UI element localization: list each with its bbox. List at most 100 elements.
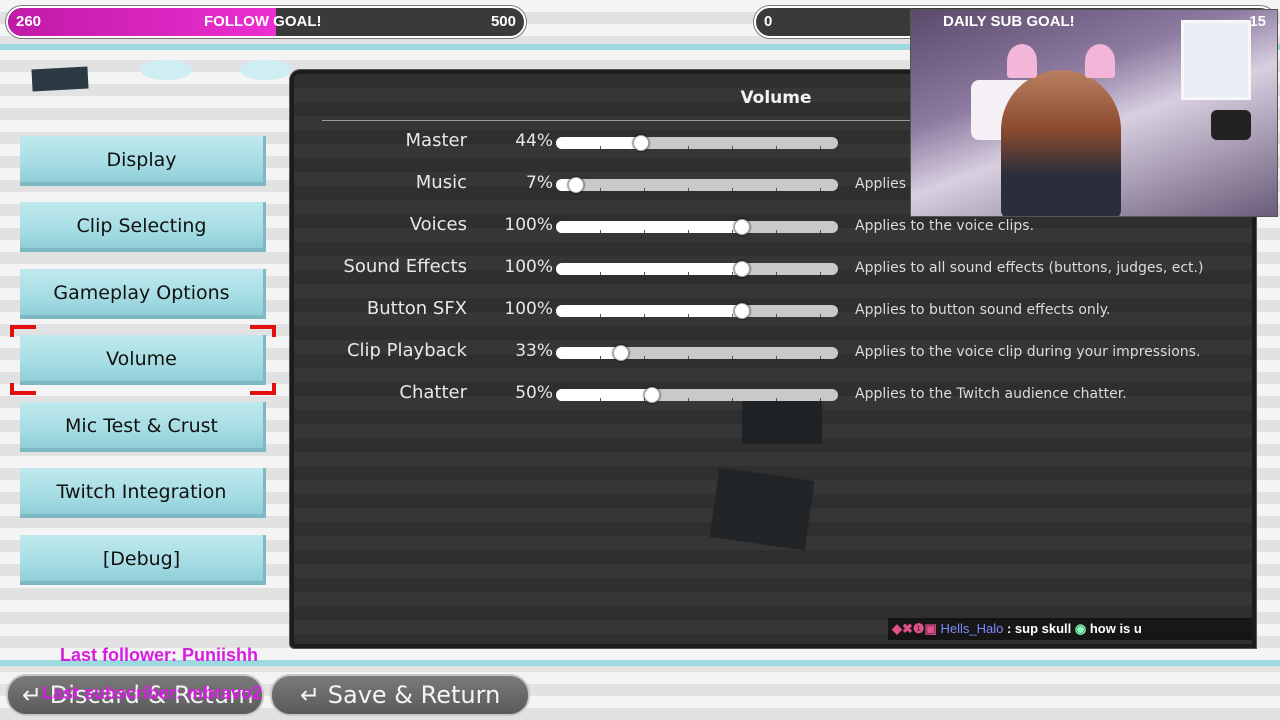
slider-tick [600, 272, 601, 275]
slider-tick [600, 314, 601, 317]
slider-fill [556, 221, 743, 233]
slider-tick [644, 188, 645, 191]
chat-emote-icon: ◉ [1074, 621, 1087, 636]
slider-description: Applies to button sound effects only. [855, 302, 1111, 318]
slider-handle[interactable] [734, 219, 751, 235]
slider-tick [644, 272, 645, 275]
slider-tick [600, 146, 601, 149]
volume-slider[interactable] [556, 137, 838, 149]
headset-ear-icon [1085, 44, 1115, 78]
volume-slider[interactable] [556, 263, 838, 275]
slider-tick [688, 314, 689, 317]
slider-tick [732, 356, 733, 359]
selection-bracket-top-right [250, 325, 276, 337]
menu-item-volume[interactable]: Volume [20, 335, 266, 385]
slider-tick [820, 230, 821, 233]
menu-item-debug[interactable]: [Debug] [20, 535, 266, 585]
volume-slider[interactable] [556, 305, 838, 317]
slider-fill [556, 305, 743, 317]
menu-item-mic-test[interactable]: Mic Test & Crust [20, 402, 266, 452]
panel-divider [322, 120, 962, 121]
follow-goal-label: FOLLOW GOAL! [204, 13, 322, 30]
slider-tick [688, 272, 689, 275]
slider-description: Applies to the Twitch audience chatter. [855, 386, 1127, 402]
slider-label: Music [415, 172, 467, 193]
sub-goal-current: 0 [764, 13, 773, 30]
webcam-overlay [910, 9, 1278, 217]
slider-handle[interactable] [612, 345, 629, 361]
selection-bracket-bottom-left [10, 383, 36, 395]
follow-goal-current: 260 [16, 13, 42, 30]
slider-tick [732, 314, 733, 317]
webcam-background-window [1181, 20, 1251, 100]
menu-item-gameplay-options[interactable]: Gameplay Options [20, 269, 266, 319]
slider-label: Sound Effects [343, 256, 467, 277]
slider-label: Voices [409, 214, 467, 235]
slider-tick [732, 230, 733, 233]
slider-tick [732, 188, 733, 191]
save-return-button[interactable]: ↵ Save & Return [270, 674, 530, 716]
slider-tick [732, 398, 733, 401]
slider-handle[interactable] [734, 261, 751, 277]
last-follower-text: Last follower: Puniishh [60, 645, 259, 665]
headset-ear-icon [1007, 44, 1037, 78]
slider-handle[interactable] [734, 303, 751, 319]
slider-fill [556, 347, 621, 359]
background-cloud [140, 60, 192, 80]
slider-tick [600, 188, 601, 191]
slider-fill [556, 389, 652, 401]
chat-text: : sup skull [1006, 621, 1072, 636]
menu-item-twitch-integration[interactable]: Twitch Integration [20, 468, 266, 518]
background-thumbnail [742, 396, 822, 444]
background-cloud [240, 60, 292, 80]
slider-tick [600, 398, 601, 401]
slider-percent: 100% [504, 215, 553, 235]
volume-slider[interactable] [556, 179, 838, 191]
slider-handle[interactable] [567, 177, 584, 193]
slider-tick [820, 272, 821, 275]
slider-description: Applies to all sound effects (buttons, j… [855, 260, 1204, 276]
slider-tick [820, 314, 821, 317]
slider-percent: 100% [504, 299, 553, 319]
slider-fill [556, 263, 743, 275]
slider-tick [776, 314, 777, 317]
slider-tick [688, 356, 689, 359]
slider-tick [600, 356, 601, 359]
chat-text-2: how is u [1089, 621, 1142, 636]
slider-label: Button SFX [366, 298, 467, 319]
slider-label: Chatter [399, 382, 467, 403]
slider-tick [688, 146, 689, 149]
microphone-icon [1211, 110, 1251, 140]
slider-description: Applies to the voice clips. [855, 218, 1035, 234]
slider-tick [776, 398, 777, 401]
slider-label: Clip Playback [346, 340, 467, 361]
menu-item-clip-selecting[interactable]: Clip Selecting [20, 202, 266, 252]
chat-message: ◆✖❶▣ Hells_Halo : sup skull ◉ how is u [888, 618, 1252, 640]
return-icon: ↵ [22, 681, 43, 709]
slider-tick [732, 146, 733, 149]
slider-tick [776, 188, 777, 191]
slider-tick [776, 272, 777, 275]
slider-tick [600, 230, 601, 233]
menu-item-display[interactable]: Display [20, 136, 266, 186]
slider-tick [688, 230, 689, 233]
slider-tick [820, 146, 821, 149]
slider-tick [644, 314, 645, 317]
slider-percent: 100% [504, 257, 553, 277]
return-icon: ↵ [300, 681, 321, 709]
volume-slider[interactable] [556, 389, 838, 401]
volume-slider[interactable] [556, 221, 838, 233]
slider-percent: 44% [515, 131, 553, 151]
slider-tick [688, 398, 689, 401]
volume-slider[interactable] [556, 347, 838, 359]
slider-description: Applies to the voice clip during your im… [855, 344, 1201, 360]
slider-tick [732, 272, 733, 275]
slider-handle[interactable] [643, 387, 660, 403]
streamer-avatar [1001, 70, 1121, 216]
slider-fill [556, 137, 641, 149]
save-return-label: Save & Return [327, 681, 501, 709]
selection-bracket-top-left [10, 325, 36, 337]
slider-tick [776, 356, 777, 359]
slider-handle[interactable] [632, 135, 649, 151]
slider-label: Master [405, 130, 467, 151]
